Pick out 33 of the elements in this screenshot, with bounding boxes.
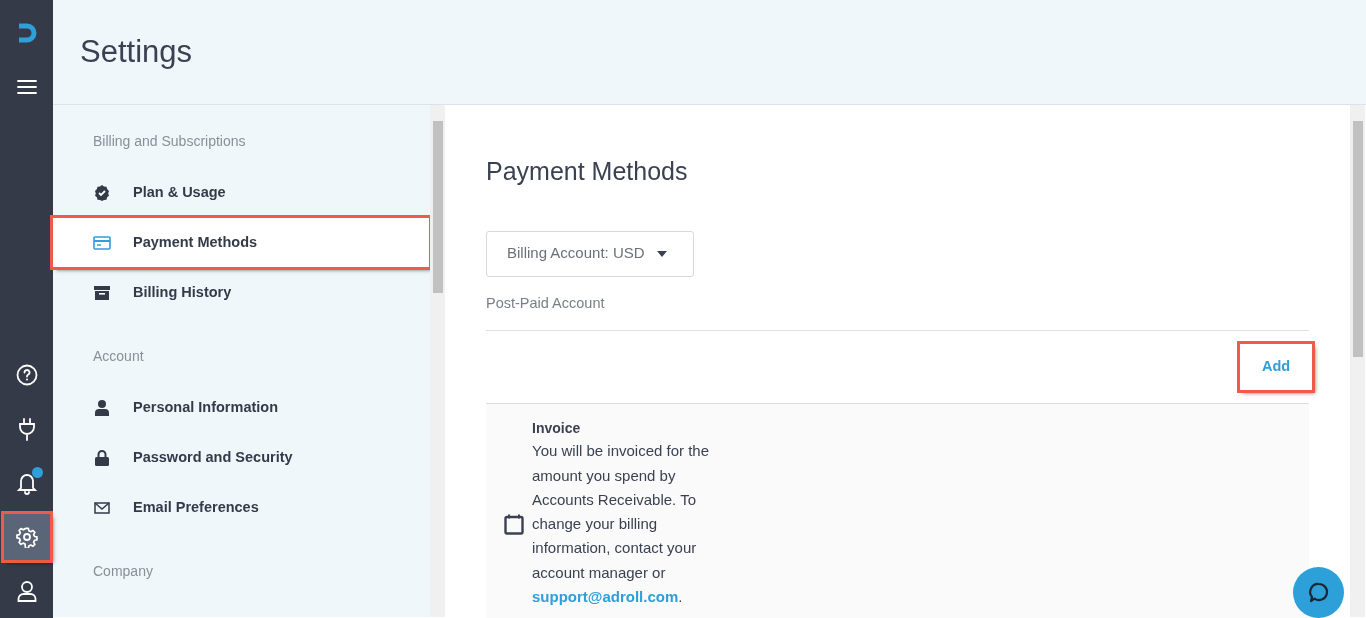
lock-icon <box>95 449 109 466</box>
settings-menu-item[interactable]: Payment Methods <box>53 218 429 267</box>
settings-menu-item[interactable]: Email Preferences <box>53 483 429 532</box>
menu-icon <box>16 79 37 95</box>
scrollbar[interactable] <box>1350 105 1365 617</box>
method-title: Invoice <box>532 419 582 439</box>
settings-menu-item[interactable]: Plan & Usage <box>53 168 429 217</box>
user-icon <box>16 580 37 602</box>
envelope-icon <box>94 501 110 514</box>
help-icon <box>15 364 38 386</box>
verified-badge-icon <box>94 184 110 201</box>
plug-icon <box>16 417 37 441</box>
settings-menu-item[interactable]: Billing History <box>53 268 429 317</box>
settings-button[interactable] <box>3 514 50 560</box>
person-icon <box>95 399 109 416</box>
caret-icon <box>656 250 667 257</box>
section-heading: Account <box>92 347 145 366</box>
settings-menu-item[interactable]: Personal Information <box>53 383 429 432</box>
settings-menu-item[interactable]: Password and Security <box>53 433 429 482</box>
calendar-icon <box>504 512 524 535</box>
section-title: Payment Methods <box>486 156 689 187</box>
section-heading: Billing and Subscriptions <box>92 132 247 151</box>
scrollbar[interactable] <box>430 105 445 617</box>
page-title: Settings <box>80 33 192 71</box>
method-description: You will be invoiced for the amount you spend by Accounts Receivable. To change your billing information, contact your account manager or support@adroll.com. <box>532 441 711 608</box>
account-type-label: Post-Paid Account <box>486 293 606 313</box>
section-heading: Company <box>92 562 154 581</box>
archive-box-icon <box>94 285 110 300</box>
settings-icon <box>15 526 38 548</box>
chat-bubble-icon <box>1306 580 1331 605</box>
bell-icon <box>15 471 38 495</box>
credit-card-icon <box>93 235 111 250</box>
billing-account-dropdown[interactable]: Billing Account: USD <box>486 230 694 277</box>
